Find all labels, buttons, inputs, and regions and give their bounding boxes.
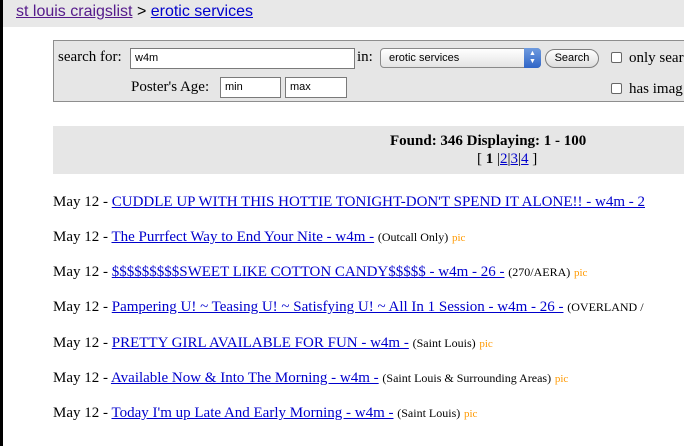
listing-pic-badge: pic xyxy=(574,267,588,279)
breadcrumb-separator: > xyxy=(136,3,147,20)
listing-pic-badge: pic xyxy=(451,232,466,244)
pager-link-3[interactable]: 3 xyxy=(511,151,519,167)
listing-row: May 12 - Available Now & Into The Mornin… xyxy=(53,370,568,390)
listing-date: May 12 - xyxy=(53,194,108,210)
section-link[interactable]: erotic services xyxy=(151,3,253,20)
search-for-label: search for: xyxy=(58,49,122,65)
pager-link-4[interactable]: 4 xyxy=(521,151,529,167)
pagination: [ 1 |2|3|4 ] xyxy=(477,151,537,168)
listing-row: May 12 - Pampering U! ~ Teasing U! ~ Sat… xyxy=(53,299,644,319)
listing-title-link[interactable]: Available Now & Into The Morning - w4m - xyxy=(111,370,379,386)
listing-date: May 12 - xyxy=(53,229,108,245)
listing-location: (OVERLAND / xyxy=(567,300,644,314)
listing-title-link[interactable]: The Purrfect Way to End Your Nite - w4m … xyxy=(111,229,374,245)
listing-pic-badge: pic xyxy=(554,373,569,385)
listing-location: (Saint Louis) xyxy=(412,336,476,350)
pager-link-2[interactable]: 2 xyxy=(500,151,508,167)
listing-title-link[interactable]: PRETTY GIRL AVAILABLE FOR FUN - w4m - xyxy=(112,335,409,351)
listing-date: May 12 - xyxy=(53,264,108,280)
listing-pic-badge: pic xyxy=(464,408,478,420)
age-min-input[interactable]: min xyxy=(220,77,281,98)
pager-close-bracket: ] xyxy=(532,151,538,167)
listing-location: (270/AERA) xyxy=(508,265,571,279)
age-max-input[interactable]: max xyxy=(285,77,347,98)
listing-date: May 12 - xyxy=(53,335,108,351)
listing-location: (Saint Louis) xyxy=(397,406,461,420)
in-label: in: xyxy=(357,49,373,65)
listing-location: (Saint Louis & Surrounding Areas) xyxy=(382,371,552,385)
category-select[interactable]: erotic services ▲ ▼ xyxy=(380,48,541,68)
listing-title-link[interactable]: $$$$$$$$$SWEET LIKE COTTON CANDY$$$$$ - … xyxy=(112,264,505,280)
listing-location: (Outcall Only) xyxy=(377,230,449,244)
search-panel: search for: w4m in: erotic services ▲ ▼ S… xyxy=(53,40,684,102)
search-input[interactable]: w4m xyxy=(130,48,355,69)
breadcrumb: st louis craigslist > erotic services xyxy=(16,3,253,21)
has-image-label: has imag xyxy=(629,81,683,97)
search-button[interactable]: Search xyxy=(545,49,599,68)
window-edge xyxy=(0,0,3,446)
listing-row: May 12 - $$$$$$$$$SWEET LIKE COTTON CAND… xyxy=(53,264,587,284)
category-selected-value: erotic services xyxy=(389,52,460,64)
select-arrows-icon: ▲ ▼ xyxy=(524,48,541,68)
only-search-titles-checkbox[interactable] xyxy=(611,52,622,63)
pager-open-bracket: [ xyxy=(477,151,482,167)
pager-current-page: 1 xyxy=(485,151,494,167)
listing-row: May 12 - Today I'm up Late And Early Mor… xyxy=(53,405,477,425)
listing-date: May 12 - xyxy=(53,370,108,386)
found-count: Found: 346 Displaying: 1 - 100 xyxy=(390,133,587,149)
listing-date: May 12 - xyxy=(53,405,108,421)
poster-age-label: Poster's Age: xyxy=(131,79,210,95)
results-summary-bar: Found: 346 Displaying: 1 - 100 [ 1 |2|3|… xyxy=(53,126,684,174)
listing-title-link[interactable]: Today I'm up Late And Early Morning - w4… xyxy=(111,405,393,421)
listing-row: May 12 - CUDDLE UP WITH THIS HOTTIE TONI… xyxy=(53,194,645,214)
listing-date: May 12 - xyxy=(53,299,108,315)
listing-title-link[interactable]: Pampering U! ~ Teasing U! ~ Satisfying U… xyxy=(112,299,564,315)
listing-row: May 12 - The Purrfect Way to End Your Ni… xyxy=(53,229,465,249)
breadcrumb-bar: st louis craigslist > erotic services xyxy=(3,0,684,27)
has-image-checkbox[interactable] xyxy=(611,83,622,94)
only-search-label: only sear xyxy=(629,50,684,66)
site-link[interactable]: st louis craigslist xyxy=(16,3,132,20)
listing-title-link[interactable]: CUDDLE UP WITH THIS HOTTIE TONIGHT-DON'T… xyxy=(112,194,645,210)
listing-pic-badge: pic xyxy=(479,338,493,350)
listing-row: May 12 - PRETTY GIRL AVAILABLE FOR FUN -… xyxy=(53,335,493,355)
